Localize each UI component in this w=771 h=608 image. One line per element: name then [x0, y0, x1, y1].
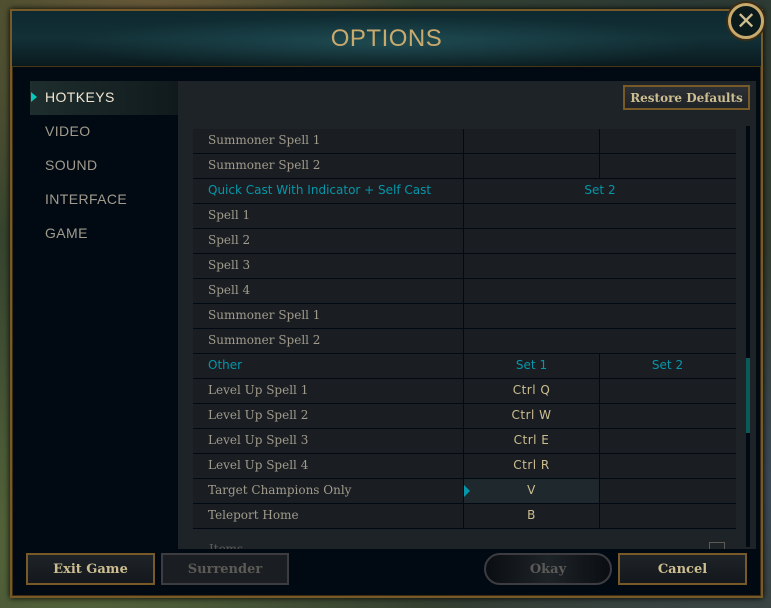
action-label: Target Champions Only	[193, 479, 464, 503]
hotkey-cell[interactable]	[464, 304, 736, 328]
hotkey-set2-cell[interactable]	[599, 129, 736, 153]
sidebar-item-label: VIDEO	[45, 123, 91, 139]
hotkey-set1-cell-selected[interactable]: V	[464, 479, 600, 503]
sidebar-item-label: HOTKEYS	[45, 89, 115, 105]
hotkey-set1-cell[interactable]: Ctrl Q	[464, 379, 600, 403]
table-row: Spell 1	[193, 204, 736, 229]
scrollbar-thumb[interactable]	[746, 358, 750, 433]
hotkey-set1-cell[interactable]	[464, 154, 600, 178]
hotkey-set1-cell[interactable]: Ctrl R	[464, 454, 600, 478]
hotkey-set1-cell[interactable]: Ctrl W	[464, 404, 600, 428]
exit-game-button[interactable]: Exit Game	[26, 553, 155, 585]
hotkey-set2-cell[interactable]	[599, 429, 736, 453]
hotkey-set1-cell[interactable]: B	[464, 504, 600, 528]
section-header-quick-cast: Quick Cast With Indicator + Self Cast Se…	[193, 179, 736, 204]
hotkey-set2-cell[interactable]	[599, 504, 736, 528]
close-icon: ✕	[735, 7, 757, 35]
action-label: Level Up Spell 3	[193, 429, 464, 453]
column-header-set1: Set 1	[464, 354, 600, 378]
action-label: Summoner Spell 2	[193, 154, 464, 178]
table-row: Level Up Spell 4 Ctrl R	[193, 454, 736, 479]
sidebar-item-label: GAME	[45, 225, 88, 241]
table-row: Target Champions Only V	[193, 479, 736, 504]
sidebar-item-sound[interactable]: SOUND	[30, 149, 178, 183]
hotkey-set2-cell[interactable]	[599, 454, 736, 478]
table-row: Spell 3	[193, 254, 736, 279]
action-label: Spell 3	[193, 254, 464, 278]
action-label: Summoner Spell 2	[193, 329, 464, 353]
action-label: Spell 4	[193, 279, 464, 303]
hotkey-cell[interactable]	[464, 279, 736, 303]
action-label: Summoner Spell 1	[193, 129, 464, 153]
hotkey-set2-cell[interactable]	[599, 404, 736, 428]
hotkey-set1-cell[interactable]	[464, 129, 600, 153]
options-dialog: OPTIONS HOTKEYS VIDEO SOUND INTERFACE GA…	[10, 9, 763, 598]
table-row: Spell 2	[193, 229, 736, 254]
column-header-set2: Set 2	[584, 183, 616, 197]
okay-button[interactable]: Okay	[484, 553, 612, 585]
action-label: Spell 2	[193, 229, 464, 253]
action-label: Spell 1	[193, 204, 464, 228]
close-button[interactable]: ✕	[728, 3, 764, 39]
hotkeys-panel: Restore Defaults Summoner Spell 1 Summon…	[178, 81, 756, 549]
hotkey-cell[interactable]	[464, 254, 736, 278]
hotkeys-table: Summoner Spell 1 Summoner Spell 2 Quick …	[193, 129, 736, 529]
action-label: Level Up Spell 1	[193, 379, 464, 403]
table-row: Level Up Spell 2 Ctrl W	[193, 404, 736, 429]
sidebar-item-game[interactable]: GAME	[30, 217, 178, 251]
hotkey-cell[interactable]	[464, 204, 736, 228]
dialog-header: OPTIONS	[12, 11, 761, 67]
sidebar-item-video[interactable]: VIDEO	[30, 115, 178, 149]
hotkey-set1-cell[interactable]: Ctrl E	[464, 429, 600, 453]
scrollbar[interactable]	[746, 126, 750, 547]
column-header-set2: Set 2	[651, 358, 684, 372]
action-label: Summoner Spell 1	[193, 304, 464, 328]
section-title: Quick Cast With Indicator + Self Cast	[193, 179, 464, 203]
hotkey-set2-cell[interactable]	[599, 379, 736, 403]
expand-icon[interactable]	[709, 542, 725, 549]
cancel-button[interactable]: Cancel	[618, 553, 747, 585]
table-row: Spell 4	[193, 279, 736, 304]
table-row: Teleport Home B	[193, 504, 736, 529]
action-label: Level Up Spell 2	[193, 404, 464, 428]
table-row: Level Up Spell 1 Ctrl Q	[193, 379, 736, 404]
hotkey-cell[interactable]	[464, 229, 736, 253]
dialog-title: OPTIONS	[330, 25, 443, 52]
table-row: Level Up Spell 3 Ctrl E	[193, 429, 736, 454]
hotkey-set2-cell[interactable]	[599, 479, 736, 503]
sidebar-item-hotkeys[interactable]: HOTKEYS	[30, 81, 178, 115]
table-row: Summoner Spell 2	[193, 154, 736, 179]
action-label: Level Up Spell 4	[193, 454, 464, 478]
sidebar-item-label: INTERFACE	[45, 191, 128, 207]
action-label: Teleport Home	[193, 504, 464, 528]
table-row: Summoner Spell 2	[193, 329, 736, 354]
section-header-other: Other Set 1 Set 2	[193, 354, 736, 379]
sidebar-item-label: SOUND	[45, 157, 98, 173]
table-row: Summoner Spell 1	[193, 129, 736, 154]
section-header-items-partial[interactable]: Items	[209, 542, 243, 549]
hotkey-cell[interactable]	[464, 329, 736, 353]
table-row: Summoner Spell 1	[193, 304, 736, 329]
restore-defaults-button[interactable]: Restore Defaults	[623, 85, 750, 110]
sidebar-item-interface[interactable]: INTERFACE	[30, 183, 178, 217]
surrender-button[interactable]: Surrender	[161, 553, 289, 585]
hotkey-set2-cell[interactable]	[599, 154, 736, 178]
options-sidebar: HOTKEYS VIDEO SOUND INTERFACE GAME	[30, 81, 178, 251]
section-title: Other	[193, 354, 464, 378]
